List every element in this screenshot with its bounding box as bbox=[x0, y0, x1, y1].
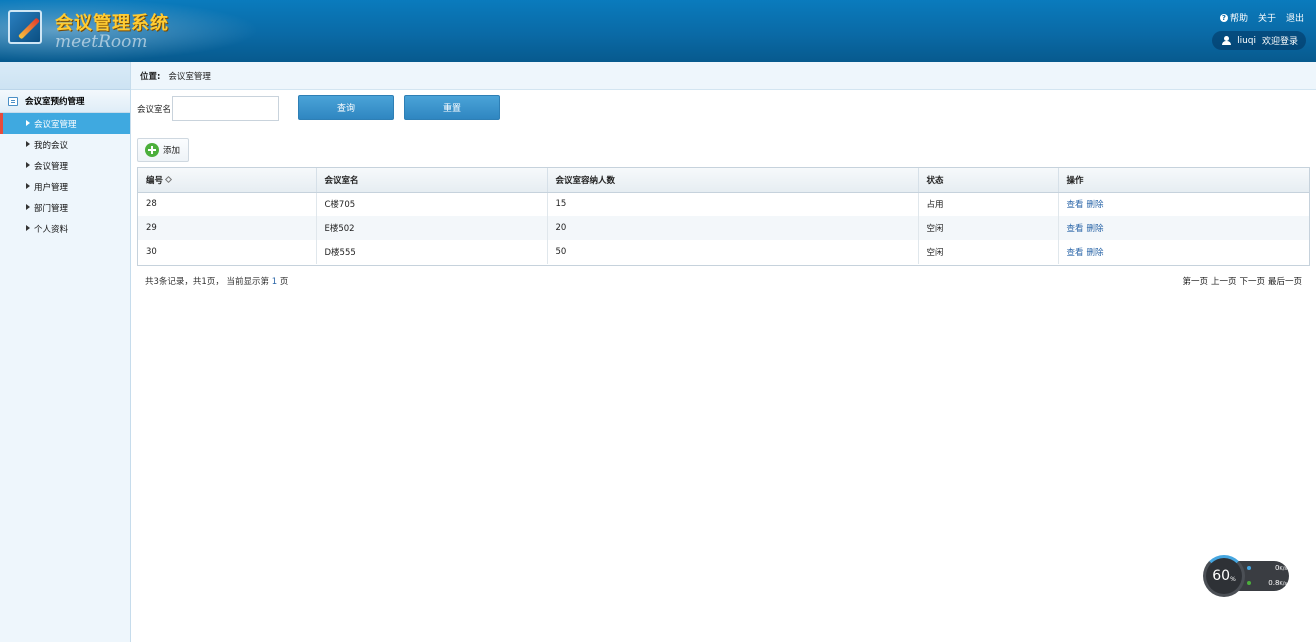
caret-right-icon bbox=[26, 204, 30, 210]
column-header-status: 状态 bbox=[918, 168, 1059, 193]
view-link[interactable]: 查看 bbox=[1067, 224, 1084, 234]
table-header-row: 编号 会议室名 会议室容纳人数 状态 操作 bbox=[138, 168, 1309, 193]
room-table: 编号 会议室名 会议室容纳人数 状态 操作 28 C楼705 15 占用 查看删… bbox=[137, 167, 1310, 266]
reset-button[interactable]: 重置 bbox=[404, 95, 500, 120]
widget-percent: 60% bbox=[1203, 555, 1245, 597]
cell-actions: 查看 删除 bbox=[1058, 216, 1309, 240]
top-links: ? 帮助 关于 退出 bbox=[1219, 11, 1304, 24]
pager-summary: 共3条记录，共1页， 当前显示第 1 页 bbox=[145, 277, 289, 287]
cell-capacity: 20 bbox=[547, 216, 919, 240]
breadcrumb: 位置: 会议室管理 bbox=[131, 62, 1316, 90]
logout-link[interactable]: 退出 bbox=[1286, 11, 1304, 24]
sidebar-group-room-booking[interactable]: 会议室预约管理 bbox=[0, 90, 130, 113]
cell-name: D楼555 bbox=[316, 240, 548, 264]
cell-status: 占用 bbox=[918, 192, 1059, 216]
user-info: liuqi 欢迎登录 bbox=[1212, 31, 1306, 50]
delete-link[interactable]: 删除 bbox=[1087, 224, 1104, 234]
sidebar-item-user-management[interactable]: 用户管理 bbox=[0, 176, 130, 197]
header: 会议管理系统 meetRoom ? 帮助 关于 退出 liuqi 欢迎登录 bbox=[0, 0, 1316, 62]
sidebar-item-meeting-management[interactable]: 会议管理 bbox=[0, 155, 130, 176]
table-row: 29 E楼502 20 空闲 查看 删除 bbox=[138, 216, 1309, 240]
username: liuqi bbox=[1237, 35, 1256, 46]
cell-actions: 查看 删除 bbox=[1058, 192, 1309, 216]
next-page-link[interactable]: 下一页 bbox=[1239, 275, 1265, 287]
download-dot-icon bbox=[1247, 581, 1251, 585]
breadcrumb-label: 位置: bbox=[140, 71, 161, 82]
add-button[interactable]: 添加 bbox=[137, 138, 189, 162]
sidebar: 会议室预约管理 会议室管理 我的会议 会议管理 用户管理 部门管理 个人资料 bbox=[0, 62, 131, 642]
sidebar-item-profile[interactable]: 个人资料 bbox=[0, 218, 130, 239]
current-page: 1 bbox=[271, 277, 278, 287]
download-speed: 0.8K/s bbox=[1247, 579, 1287, 587]
help-icon: ? bbox=[1219, 13, 1228, 22]
cell-actions: 查看 删除 bbox=[1058, 240, 1309, 264]
query-button[interactable]: 查询 bbox=[298, 95, 394, 120]
list-icon bbox=[8, 97, 18, 106]
first-page-link[interactable]: 第一页 bbox=[1182, 275, 1208, 287]
caret-right-icon bbox=[26, 120, 30, 126]
caret-right-icon bbox=[26, 162, 30, 168]
table-row: 30 D楼555 50 空闲 查看 删除 bbox=[138, 240, 1309, 264]
room-name-label: 会议室名: bbox=[137, 105, 174, 115]
network-speed-widget[interactable]: 60% 0K/s 0.8K/s bbox=[1203, 555, 1289, 597]
cell-capacity: 15 bbox=[547, 192, 919, 216]
add-icon bbox=[145, 143, 159, 157]
user-icon bbox=[1222, 36, 1232, 45]
breadcrumb-current: 会议室管理 bbox=[168, 71, 211, 82]
prev-page-link[interactable]: 上一页 bbox=[1211, 275, 1237, 287]
app-logo-icon bbox=[8, 10, 42, 44]
table-row: 28 C楼705 15 占用 查看 删除 bbox=[138, 192, 1309, 216]
room-name-input[interactable] bbox=[172, 96, 279, 121]
help-link[interactable]: ? 帮助 bbox=[1219, 11, 1248, 24]
upload-speed: 0K/s bbox=[1247, 564, 1287, 572]
caret-right-icon bbox=[26, 183, 30, 189]
cell-id: 29 bbox=[138, 216, 317, 240]
cell-name: E楼502 bbox=[316, 216, 548, 240]
cell-status: 空闲 bbox=[918, 240, 1059, 264]
column-header-capacity: 会议室容纳人数 bbox=[547, 168, 919, 193]
sidebar-top bbox=[0, 62, 130, 90]
delete-link[interactable]: 删除 bbox=[1087, 200, 1104, 210]
welcome-text: 欢迎登录 bbox=[1261, 37, 1298, 47]
last-page-link[interactable]: 最后一页 bbox=[1268, 275, 1302, 287]
column-header-actions: 操作 bbox=[1058, 168, 1309, 193]
caret-right-icon bbox=[26, 225, 30, 231]
about-link[interactable]: 关于 bbox=[1258, 11, 1276, 24]
cell-status: 空闲 bbox=[918, 216, 1059, 240]
sidebar-item-department-management[interactable]: 部门管理 bbox=[0, 197, 130, 218]
cell-name: C楼705 bbox=[316, 192, 548, 216]
column-header-id[interactable]: 编号 bbox=[138, 168, 317, 193]
sidebar-item-my-meetings[interactable]: 我的会议 bbox=[0, 134, 130, 155]
sort-icon bbox=[164, 175, 173, 183]
view-link[interactable]: 查看 bbox=[1067, 200, 1084, 210]
column-header-name: 会议室名 bbox=[316, 168, 548, 193]
app-subtitle: meetRoom bbox=[55, 32, 148, 52]
cell-id: 28 bbox=[138, 192, 317, 216]
caret-right-icon bbox=[26, 141, 30, 147]
view-link[interactable]: 查看 bbox=[1067, 248, 1084, 258]
delete-link[interactable]: 删除 bbox=[1087, 248, 1104, 258]
pager-links: 第一页 上一页 下一页 最后一页 bbox=[1182, 275, 1302, 287]
sidebar-item-room-management[interactable]: 会议室管理 bbox=[0, 113, 130, 134]
cell-capacity: 50 bbox=[547, 240, 919, 264]
cell-id: 30 bbox=[138, 240, 317, 264]
upload-dot-icon bbox=[1247, 566, 1251, 570]
